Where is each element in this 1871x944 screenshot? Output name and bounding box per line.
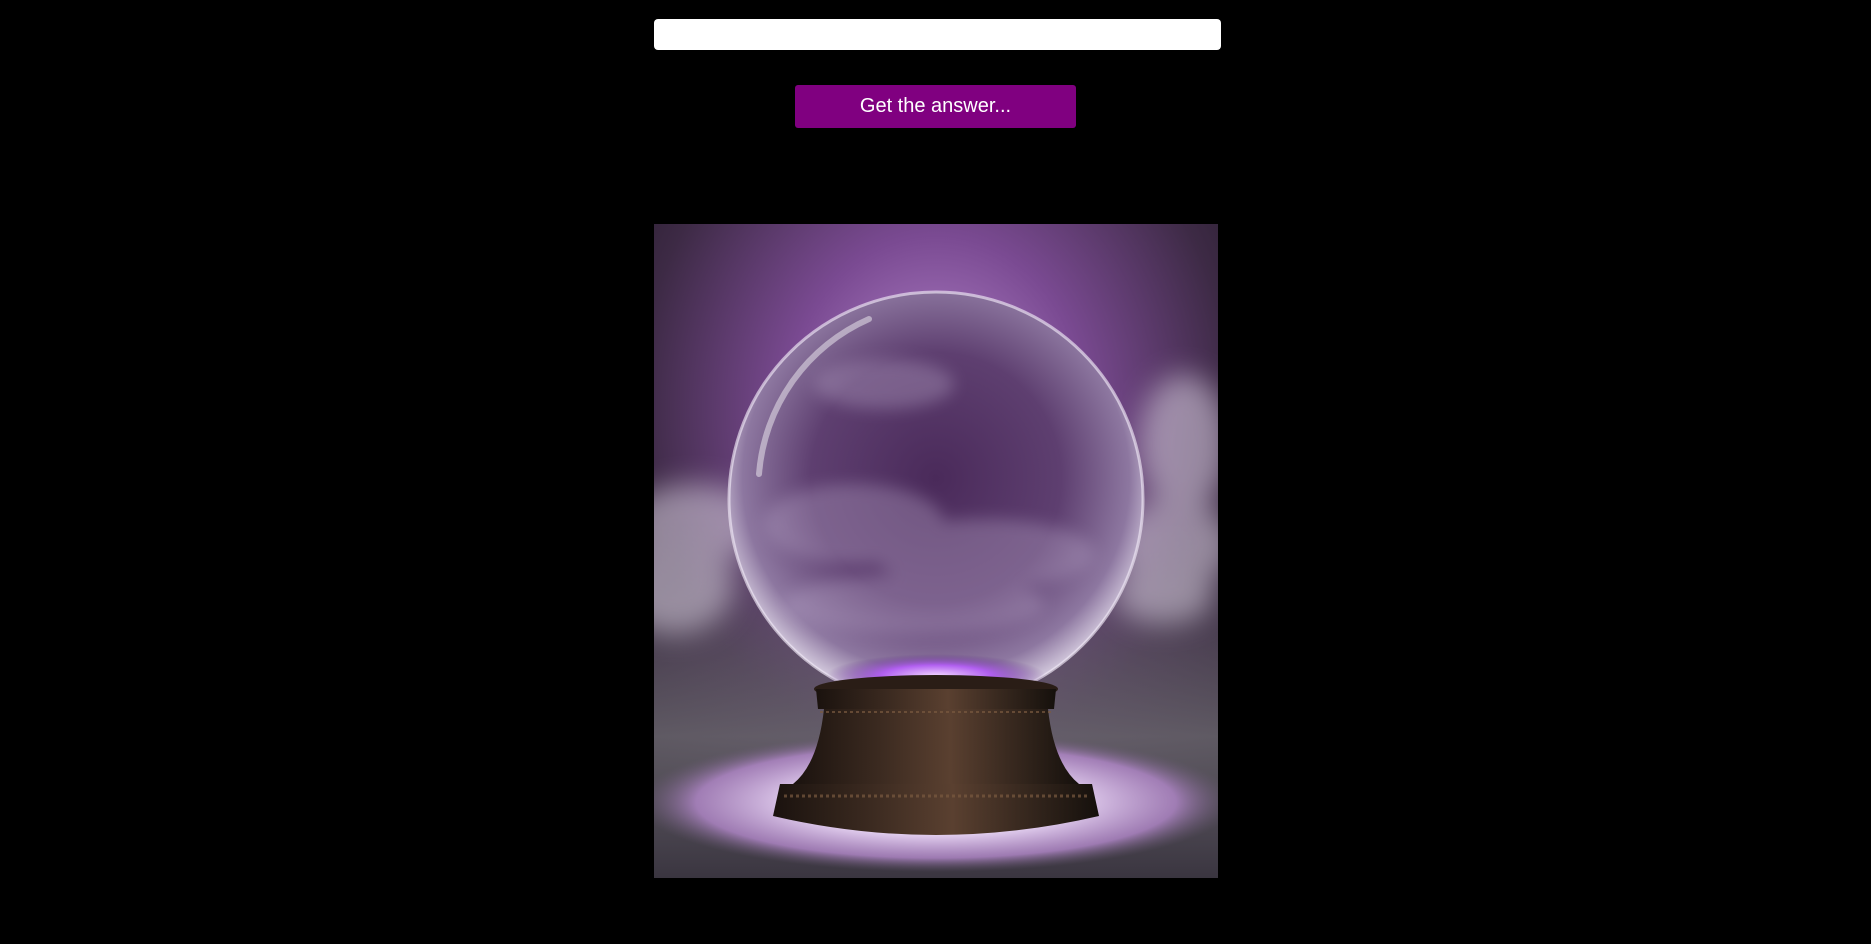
crystal-ball-image	[654, 224, 1218, 878]
page: Get the answer...	[0, 0, 1871, 944]
get-answer-button[interactable]: Get the answer...	[795, 85, 1076, 128]
question-input[interactable]	[654, 19, 1221, 50]
